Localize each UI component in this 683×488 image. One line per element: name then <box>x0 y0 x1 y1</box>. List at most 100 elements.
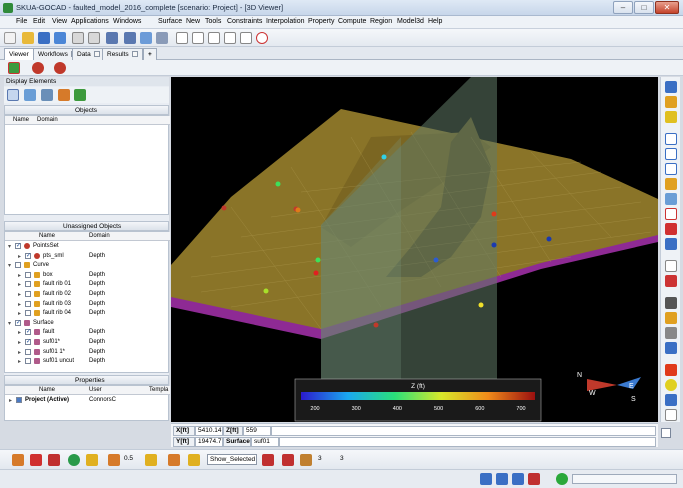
camera-icon[interactable] <box>665 297 677 309</box>
menu-file[interactable]: File <box>16 18 27 25</box>
grid-chart-icon[interactable] <box>240 32 252 44</box>
3d-scene[interactable]: Z (ft) 200 300 400 500 600 700 N E S W <box>171 77 658 422</box>
unassigned-row[interactable]: ▾ PointsSet <box>5 242 168 251</box>
expand-icon[interactable]: ▸ <box>18 358 21 365</box>
color-map-icon[interactable] <box>665 364 677 376</box>
expand-icon[interactable]: ▸ <box>18 339 21 346</box>
visibility-checkbox[interactable] <box>15 319 21 326</box>
crossplot-icon[interactable] <box>192 32 204 44</box>
undo-icon[interactable] <box>106 32 118 44</box>
data-point[interactable] <box>381 154 387 160</box>
tab-viewer[interactable]: Viewer <box>4 48 34 60</box>
folder-icon[interactable] <box>58 89 70 101</box>
clock-icon[interactable] <box>256 32 268 44</box>
unassigned-row[interactable]: ▾ Surface <box>5 319 168 328</box>
expand-icon[interactable]: ▸ <box>18 281 21 288</box>
data-point[interactable] <box>263 288 269 294</box>
visibility-checkbox[interactable] <box>25 291 31 297</box>
data-point[interactable] <box>221 205 227 211</box>
menu-model3d[interactable]: Model3d <box>397 18 424 25</box>
expand-icon[interactable]: ▸ <box>9 397 12 404</box>
expand-icon[interactable]: ▸ <box>18 310 21 317</box>
visibility-checkbox[interactable] <box>15 262 21 269</box>
script-icon[interactable] <box>140 32 152 44</box>
column-template[interactable]: Templa <box>149 387 168 393</box>
expand-icon[interactable]: ▸ <box>18 291 21 298</box>
palette-icon[interactable] <box>68 454 80 466</box>
paint-icon[interactable] <box>665 394 677 406</box>
expand-icon[interactable]: ▸ <box>18 272 21 279</box>
unassigned-row[interactable]: ▸ box Depth <box>5 271 168 280</box>
menu-property[interactable]: Property <box>308 18 334 25</box>
settings-icon[interactable] <box>156 32 168 44</box>
unassigned-row[interactable]: ▾ Curve <box>5 261 168 270</box>
home-view-icon[interactable] <box>665 208 677 220</box>
clip-icon[interactable] <box>665 327 677 339</box>
data-point[interactable] <box>478 302 484 308</box>
menu-interpolation[interactable]: Interpolation <box>266 18 305 25</box>
hide-icon[interactable] <box>188 454 200 466</box>
menu-compute[interactable]: Compute <box>338 18 366 25</box>
top-view-icon[interactable] <box>665 193 677 205</box>
grid-view-icon[interactable] <box>7 89 19 101</box>
unassigned-row[interactable]: ▸ suf01 1* Depth <box>5 348 168 357</box>
display-mode-select[interactable]: Show_Selected <box>207 454 257 465</box>
expand-icon[interactable]: ▸ <box>18 253 21 260</box>
unassigned-row[interactable]: ▸ fault rib 03 Depth <box>5 300 168 309</box>
pick-icon[interactable] <box>32 62 44 74</box>
mesh-icon[interactable] <box>145 454 157 466</box>
expand-icon[interactable]: ▸ <box>18 349 21 356</box>
play-icon[interactable] <box>480 473 492 485</box>
marker-icon[interactable] <box>282 454 294 466</box>
unassigned-row[interactable]: ▸ fault rib 01 Depth <box>5 280 168 289</box>
menu-region[interactable]: Region <box>370 18 392 25</box>
layers-icon[interactable] <box>24 89 36 101</box>
unassigned-row[interactable]: ▸ suf01 uncut Depth <box>5 357 168 366</box>
properties-icon[interactable] <box>665 409 677 421</box>
transparency-icon[interactable] <box>108 454 120 466</box>
front-view-icon[interactable] <box>665 223 677 235</box>
group-icon[interactable] <box>41 89 53 101</box>
visibility-checkbox[interactable] <box>25 252 31 259</box>
expand-icon[interactable]: ▾ <box>8 320 11 327</box>
new-file-icon[interactable] <box>4 32 16 44</box>
stop-record-icon[interactable] <box>528 473 540 485</box>
line-style-icon[interactable] <box>48 454 60 466</box>
column-domain[interactable]: Domain <box>37 117 58 123</box>
expand-icon[interactable]: ▸ <box>18 329 21 336</box>
copy-icon[interactable] <box>72 32 84 44</box>
open-folder-icon[interactable] <box>22 32 34 44</box>
zoom-box-icon[interactable] <box>665 163 677 175</box>
variogram-icon[interactable] <box>224 32 236 44</box>
data-point[interactable] <box>433 257 439 263</box>
column-name[interactable]: Name <box>39 387 55 393</box>
tree-icon[interactable] <box>74 89 86 101</box>
visibility-checkbox[interactable] <box>25 310 31 317</box>
ruler-icon[interactable] <box>665 111 677 123</box>
menu-new[interactable]: New <box>186 18 200 25</box>
axis-style-icon[interactable] <box>262 454 274 466</box>
column-user[interactable]: User <box>89 387 102 393</box>
record-icon[interactable] <box>512 473 524 485</box>
multi-pick-icon[interactable] <box>54 62 66 74</box>
column-name[interactable]: Name <box>13 117 29 123</box>
curve-plot-icon[interactable] <box>208 32 220 44</box>
expand-readout-icon[interactable] <box>661 428 671 438</box>
close-icon[interactable] <box>131 51 138 57</box>
data-point[interactable] <box>313 270 319 276</box>
arrow-icon[interactable] <box>300 454 312 466</box>
close-icon[interactable] <box>93 51 100 57</box>
data-point[interactable] <box>295 207 301 213</box>
menu-constraints[interactable]: Constraints <box>227 18 262 25</box>
close-button[interactable]: ✕ <box>655 1 679 14</box>
select-object-icon[interactable] <box>8 62 20 74</box>
step-icon[interactable] <box>496 473 508 485</box>
spin-b-value[interactable]: 3 <box>338 454 352 465</box>
3d-viewer[interactable]: Z (ft) 200 300 400 500 600 700 N E S W <box>171 77 658 422</box>
menu-tools[interactable]: Tools <box>205 18 221 25</box>
paste-icon[interactable] <box>88 32 100 44</box>
unassigned-row[interactable]: ▸ suf01* Depth <box>5 338 168 347</box>
visibility-checkbox[interactable] <box>25 281 31 288</box>
rotate-icon[interactable] <box>665 260 677 272</box>
spin-a-value[interactable]: 3 <box>316 454 330 465</box>
